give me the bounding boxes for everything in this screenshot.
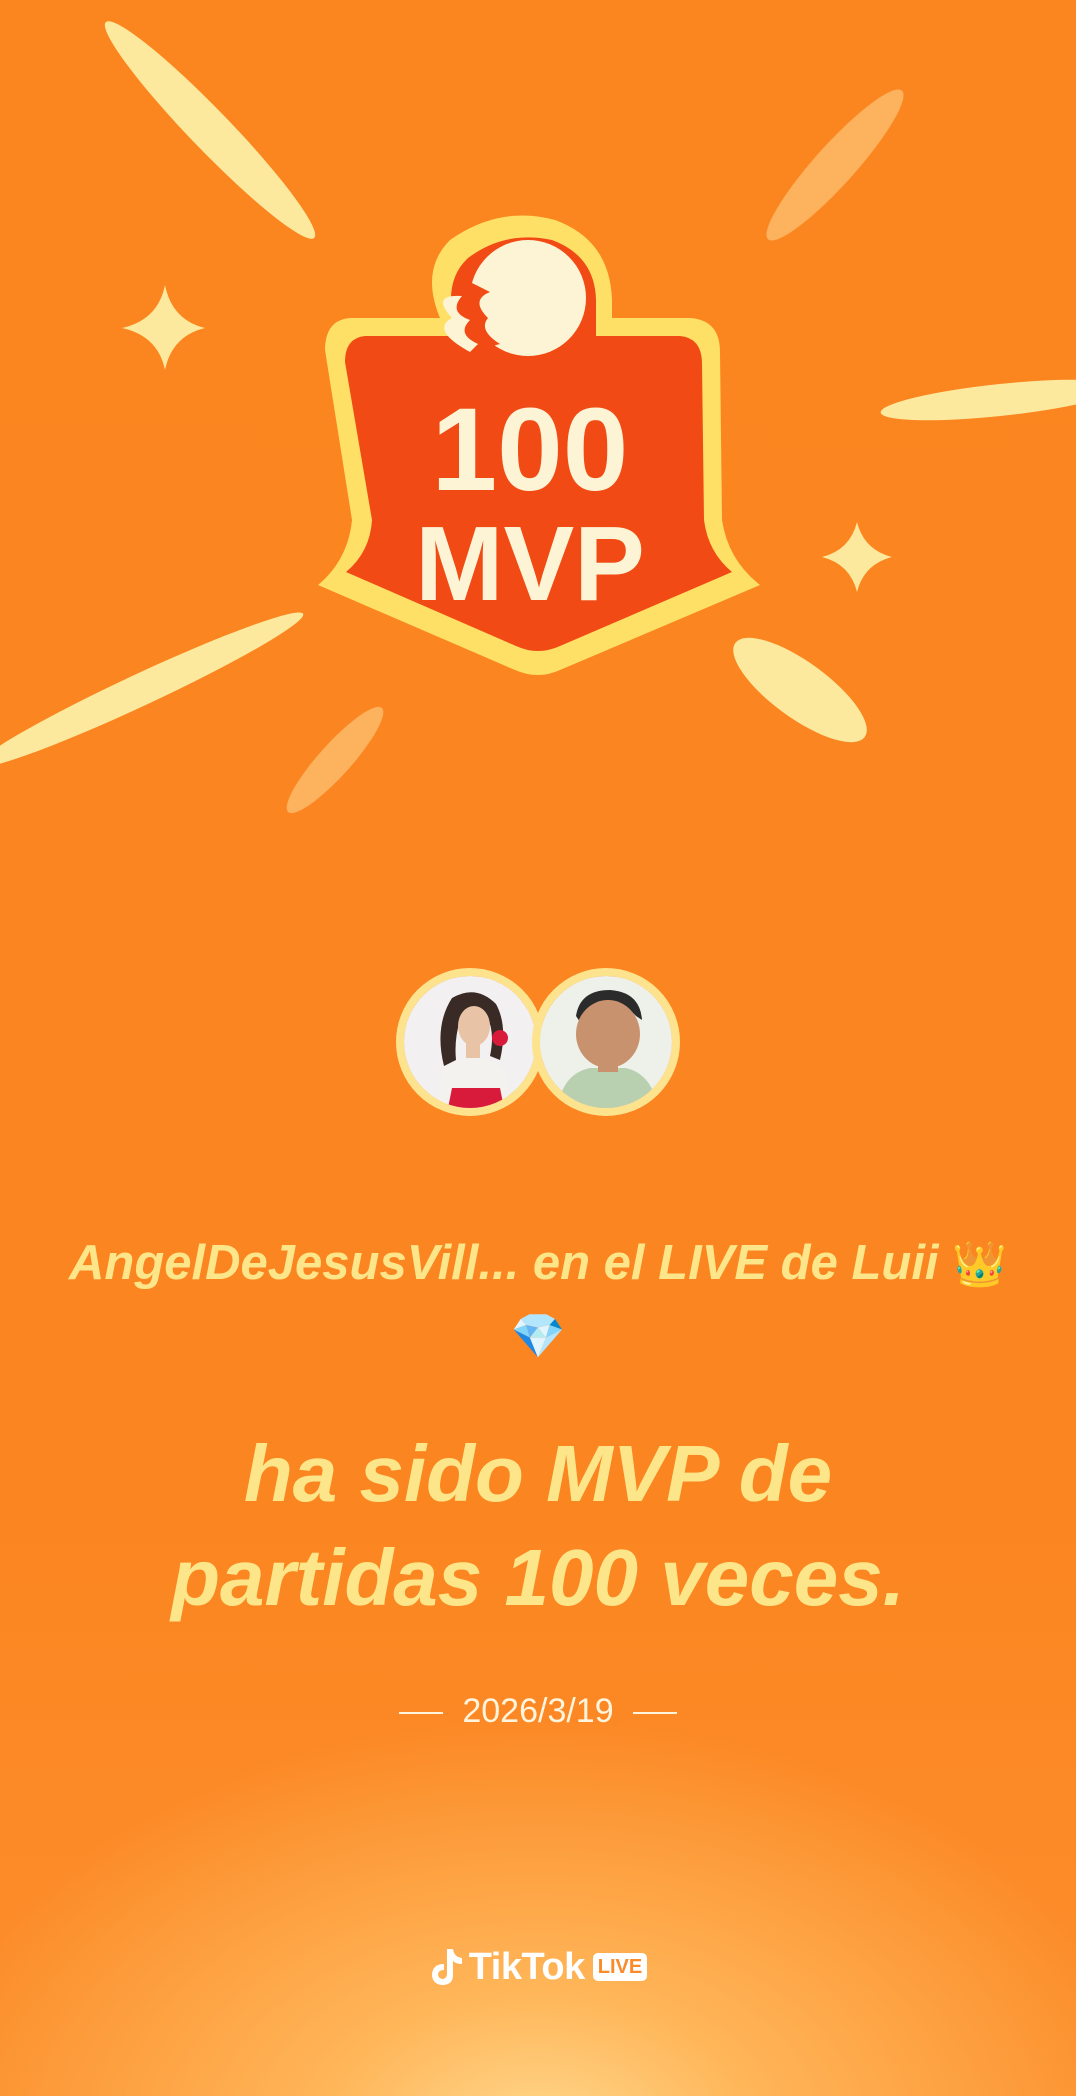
sparkle-icon: [122, 285, 205, 370]
host-avatar[interactable]: [396, 968, 544, 1116]
tiktok-note-icon: [431, 1949, 462, 1985]
avatar-man: [540, 976, 672, 1108]
avatar-woman: [404, 976, 536, 1108]
date-row: 2026/3/19: [0, 1687, 1076, 1735]
tiktok-live-brand: TikTok LIVE: [0, 1942, 1076, 1992]
mvp-badge-illustration: 100 MVP: [0, 21, 1076, 814]
achievement-date: 2026/3/19: [462, 1692, 614, 1730]
badge-label: MVP: [415, 505, 645, 623]
mvp-user-avatar[interactable]: [532, 968, 680, 1116]
achievement-headline: ha sido MVP de partidas 100 veces.: [40, 1422, 1036, 1630]
badge-number: 100: [432, 384, 629, 516]
mvp-achievement-card: 100 MVP AngelDeJesusVill... en el LIVE d…: [0, 0, 1076, 2096]
headline-line-1: ha sido MVP de: [243, 1429, 833, 1518]
host-line-text: AngelDeJesusVill... en el LIVE de Luii: [69, 1236, 939, 1290]
host-line: AngelDeJesusVill... en el LIVE de Luii 👑…: [60, 1228, 1016, 1372]
sparkle-icon: [822, 522, 892, 592]
divider: [398, 1712, 443, 1715]
participant-avatars: [0, 968, 1076, 1118]
headline-line-2: partidas 100 veces.: [171, 1533, 905, 1622]
tiktok-wordmark: TikTok: [468, 1945, 585, 1988]
live-tag: LIVE: [592, 1953, 648, 1981]
divider: [633, 1712, 678, 1715]
